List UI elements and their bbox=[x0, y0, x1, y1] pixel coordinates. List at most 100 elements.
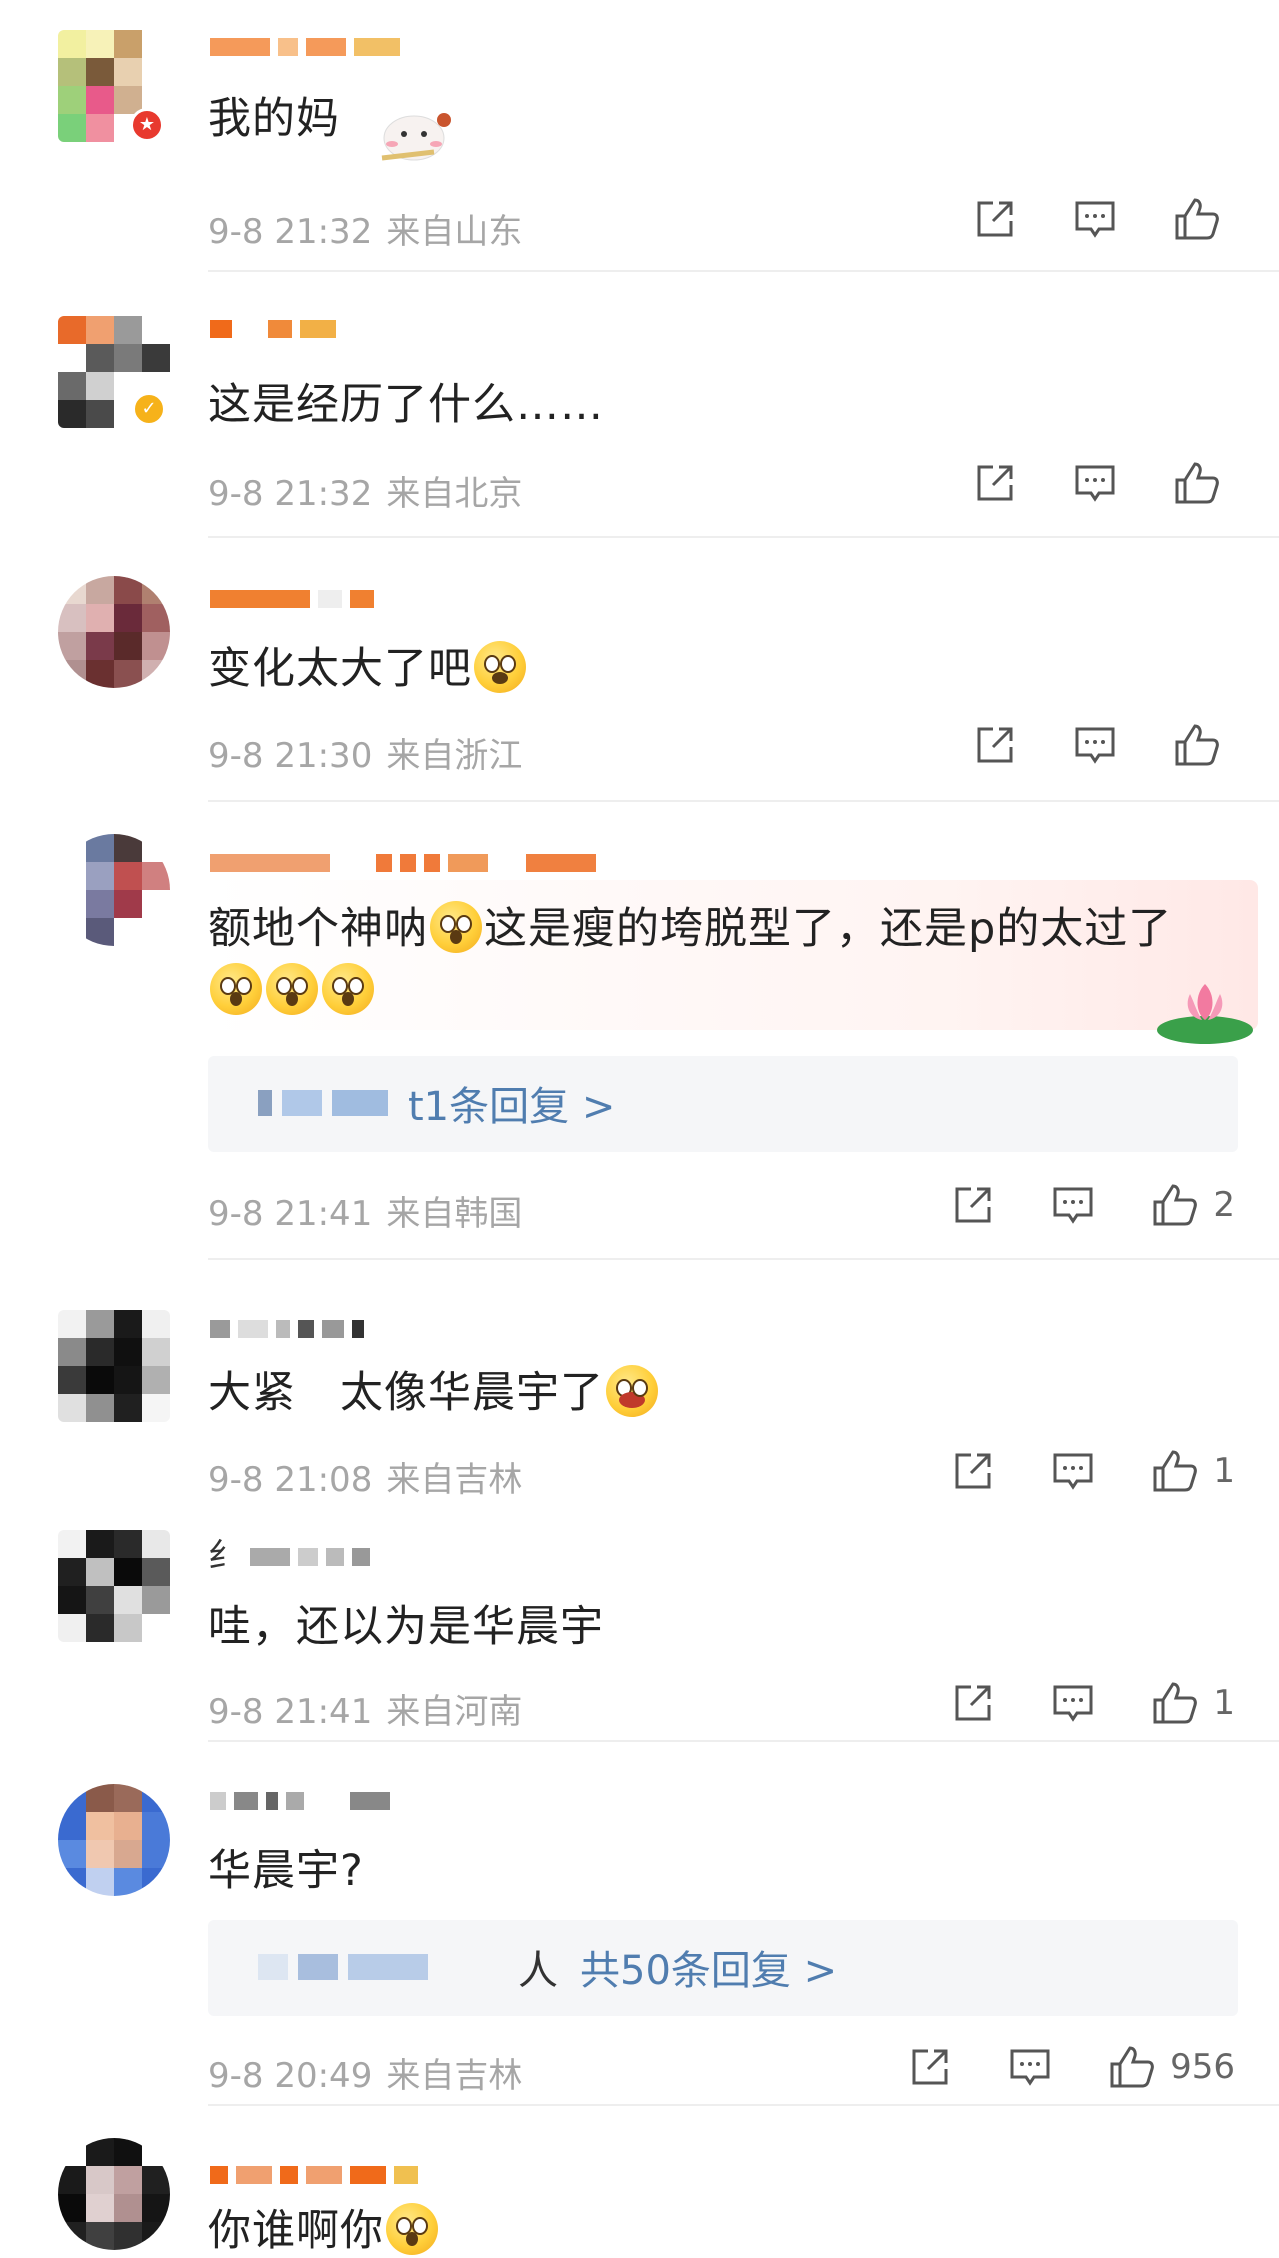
comment-text-content: 大紧 太像华晨宇了 bbox=[208, 1368, 604, 1418]
reply-preview[interactable]: t1条回复 > bbox=[208, 1056, 1238, 1152]
reply-author-redacted bbox=[258, 1090, 388, 1116]
avatar[interactable] bbox=[58, 1784, 170, 1896]
comment-time: 9-8 20:49 bbox=[208, 2056, 373, 2096]
reply-preview[interactable]: 人 共50条回复 > bbox=[208, 1920, 1238, 2016]
share-button[interactable] bbox=[951, 1183, 995, 1227]
share-icon bbox=[977, 201, 1013, 237]
comment-time: 9-8 21:41 bbox=[208, 1692, 373, 1732]
comment-actions: 1 bbox=[951, 1680, 1235, 1726]
like-button[interactable] bbox=[1173, 460, 1235, 506]
view-replies-link[interactable]: 共50条回复 > bbox=[580, 1938, 837, 1996]
avatar[interactable] bbox=[58, 1310, 170, 1422]
share-button[interactable] bbox=[973, 723, 1017, 767]
comment-text: 变化太大了吧 bbox=[208, 634, 528, 696]
reply-button[interactable] bbox=[1073, 461, 1117, 505]
comment-location: 来自河南 bbox=[386, 1692, 523, 1732]
comment-actions bbox=[973, 460, 1235, 506]
comment-location: 来自吉林 bbox=[386, 1460, 523, 1500]
username-redacted[interactable] bbox=[210, 318, 336, 340]
surprised-emoji-icon bbox=[386, 2203, 438, 2255]
comment-meta: 9-8 20:49 来自吉林 bbox=[208, 2048, 522, 2097]
comment-time: 9-8 21:32 bbox=[208, 474, 373, 514]
comment-time: 9-8 21:30 bbox=[208, 736, 373, 776]
comment-text: 额地个神呐 这是瘦的垮脱型了，还是p的太过了 bbox=[208, 898, 1228, 1022]
comment-text-content: 你谁啊你 bbox=[208, 2206, 384, 2256]
divider bbox=[208, 800, 1279, 802]
comment-meta: 9-8 21:41 来自河南 bbox=[208, 1684, 522, 1733]
share-button[interactable] bbox=[973, 197, 1017, 241]
share-icon bbox=[955, 1453, 991, 1489]
lotus-sticker-icon bbox=[1157, 984, 1253, 1044]
share-icon bbox=[912, 2049, 948, 2085]
reply-button[interactable] bbox=[1051, 1681, 1095, 1725]
like-button[interactable] bbox=[1173, 722, 1235, 768]
comment-text: 这是经历了什么…… bbox=[208, 380, 604, 430]
surprised-emoji-icon bbox=[322, 963, 374, 1015]
like-button[interactable]: 956 bbox=[1108, 2044, 1235, 2090]
avatar[interactable] bbox=[58, 834, 170, 946]
comment-actions bbox=[973, 196, 1235, 242]
avatar[interactable] bbox=[58, 2138, 170, 2250]
like-icon bbox=[1153, 1184, 1198, 1226]
comment-location: 来自吉林 bbox=[386, 2056, 523, 2096]
username-redacted[interactable] bbox=[250, 1546, 370, 1568]
divider bbox=[208, 1258, 1279, 1260]
reply-author-redacted bbox=[258, 1954, 428, 1980]
reply-button[interactable] bbox=[1051, 1449, 1095, 1493]
divider bbox=[208, 1740, 1279, 1742]
surprised-emoji-icon bbox=[266, 963, 318, 1015]
username-redacted[interactable] bbox=[210, 852, 596, 874]
share-icon bbox=[955, 1187, 991, 1223]
verified-badge-icon: ✓ bbox=[132, 392, 166, 426]
like-button[interactable]: 1 bbox=[1151, 1448, 1235, 1494]
verified-badge-icon: ★ bbox=[130, 108, 164, 142]
comment-icon bbox=[1075, 727, 1115, 764]
like-button[interactable]: 1 bbox=[1151, 1680, 1235, 1726]
laugh-emoji-icon bbox=[606, 1365, 658, 1417]
comment-time: 9-8 21:41 bbox=[208, 1194, 373, 1234]
share-button[interactable] bbox=[951, 1449, 995, 1493]
avatar[interactable] bbox=[58, 1530, 170, 1642]
like-icon bbox=[1153, 1450, 1198, 1492]
share-button[interactable] bbox=[908, 2045, 952, 2089]
comment-actions: 1 bbox=[951, 1448, 1235, 1494]
username-redacted[interactable] bbox=[210, 36, 400, 58]
comment-icon bbox=[1010, 2049, 1050, 2086]
reply-button[interactable] bbox=[1073, 723, 1117, 767]
share-icon bbox=[977, 465, 1013, 501]
username-redacted[interactable] bbox=[210, 1790, 390, 1812]
share-icon bbox=[977, 727, 1013, 763]
like-icon bbox=[1175, 462, 1219, 504]
comment-text-content-b: 这是瘦的垮脱型了，还是p的太过了 bbox=[484, 904, 1173, 954]
like-icon bbox=[1110, 2046, 1154, 2088]
comment-text: 你谁啊你 bbox=[208, 2196, 440, 2258]
comment-meta: 9-8 21:08 来自吉林 bbox=[208, 1452, 522, 1501]
comment-time: 9-8 21:08 bbox=[208, 1460, 373, 1500]
share-button[interactable] bbox=[973, 461, 1017, 505]
comment-text: 我的妈 bbox=[208, 94, 340, 144]
view-replies-link[interactable]: t1条回复 > bbox=[408, 1074, 615, 1132]
comment-text-content: 额地个神呐 bbox=[208, 904, 428, 954]
reply-button[interactable] bbox=[1008, 2045, 1052, 2089]
reply-button[interactable] bbox=[1073, 197, 1117, 241]
avatar[interactable] bbox=[58, 576, 170, 688]
like-button[interactable] bbox=[1173, 196, 1235, 242]
like-count: 1 bbox=[1213, 1451, 1235, 1491]
comment-text: 华晨宇? bbox=[208, 1846, 364, 1896]
username-redacted[interactable] bbox=[210, 588, 374, 610]
like-icon bbox=[1175, 724, 1219, 766]
username-redacted[interactable] bbox=[210, 1318, 364, 1340]
comment-text-content: 变化太大了吧 bbox=[208, 644, 472, 694]
reply-author-suffix: 人 bbox=[518, 1948, 558, 1994]
share-button[interactable] bbox=[951, 1681, 995, 1725]
comment-icon bbox=[1053, 1453, 1093, 1490]
like-button[interactable]: 2 bbox=[1151, 1182, 1235, 1228]
divider bbox=[208, 536, 1279, 538]
username-redacted[interactable] bbox=[210, 2164, 418, 2186]
like-count: 956 bbox=[1170, 2047, 1235, 2087]
divider bbox=[208, 270, 1279, 272]
comment-icon bbox=[1053, 1685, 1093, 1722]
reply-button[interactable] bbox=[1051, 1183, 1095, 1227]
username-fragment[interactable]: 纟 bbox=[208, 1528, 242, 1577]
like-icon bbox=[1153, 1682, 1198, 1724]
